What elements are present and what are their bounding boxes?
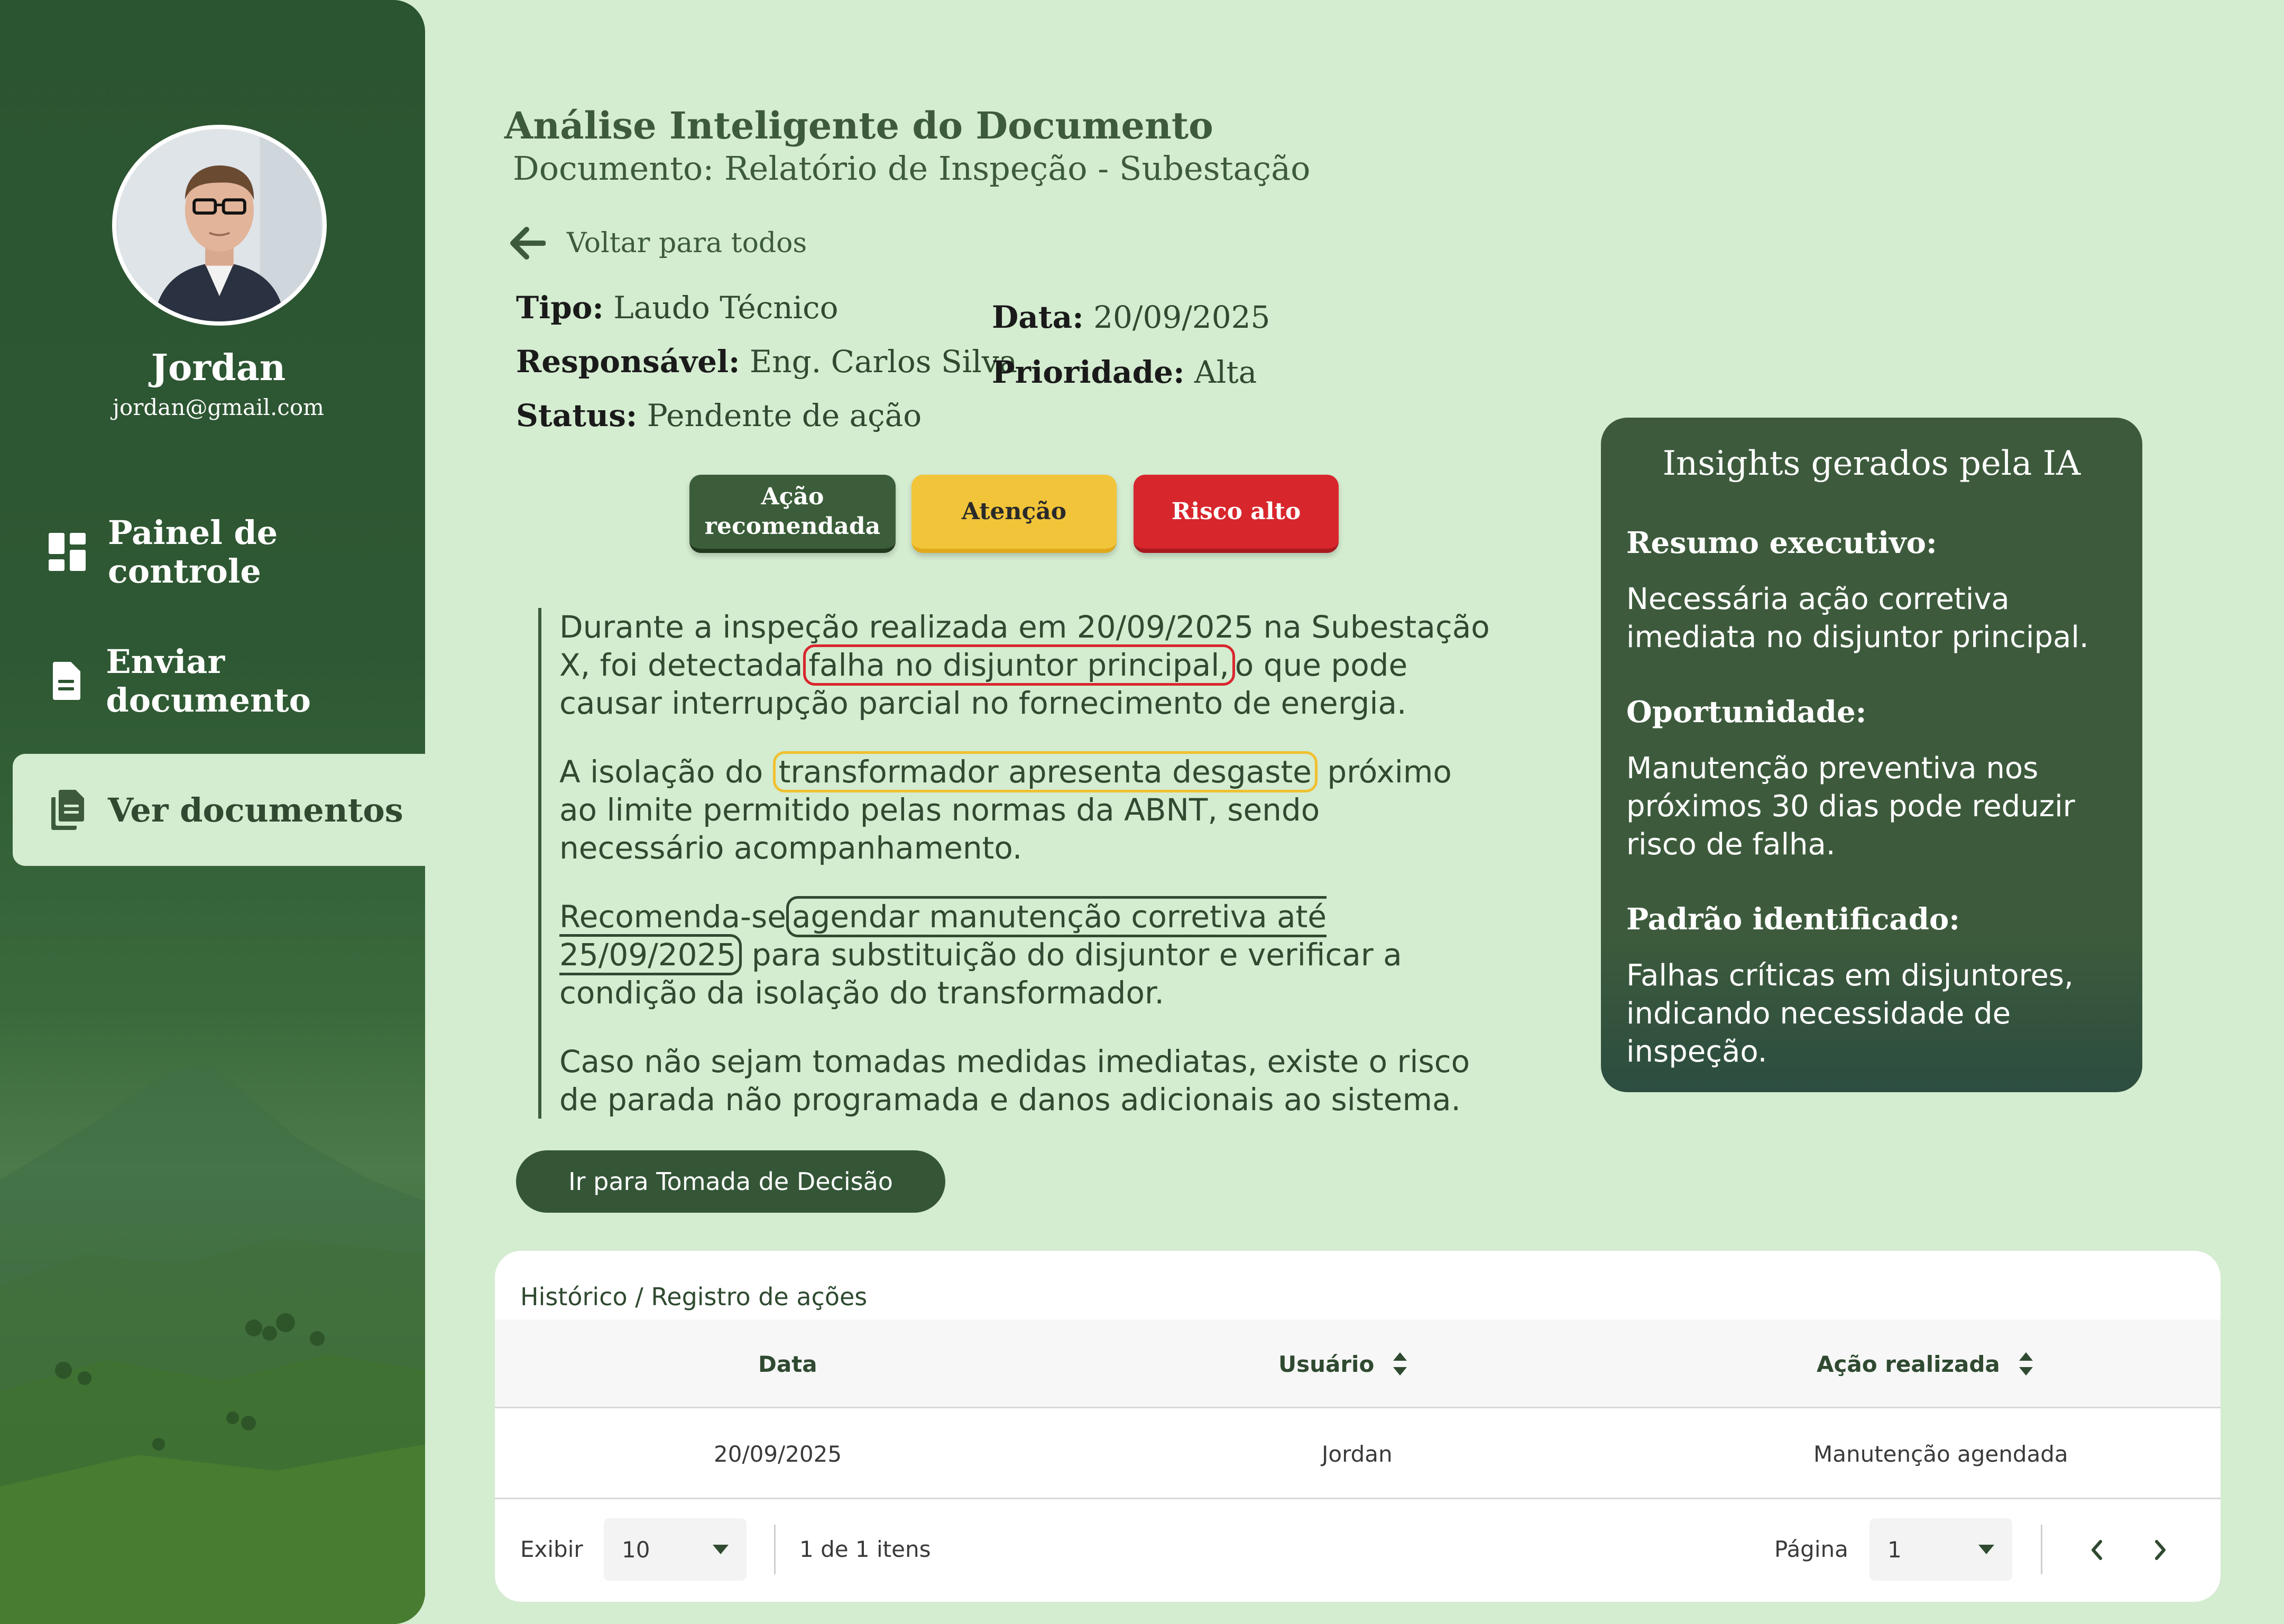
page-title: Análise Inteligente do Documento [504, 104, 1213, 147]
divider [2041, 1525, 2042, 1574]
nav-item-send-document[interactable]: Enviar documento [0, 625, 425, 737]
arrow-left-icon [510, 227, 546, 260]
document-paragraph: A isolação do transformador apresenta de… [559, 751, 1490, 867]
high-risk-badge[interactable]: Risco alto [1134, 475, 1339, 553]
document-icon [48, 661, 86, 701]
table-cell: Jordan [1322, 1441, 1393, 1467]
show-label: Exibir [520, 1536, 583, 1562]
meta-value: Alta [1194, 354, 1257, 390]
table-cell: 20/09/2025 [714, 1441, 842, 1467]
column-label: Data [758, 1351, 817, 1377]
back-link-label: Voltar para todos [567, 227, 807, 259]
document-paragraph: Recomenda-se agendar manutenção corretiva… [559, 896, 1490, 1012]
table-cell: Manutenção agendada [1813, 1441, 2068, 1467]
insight-text: Manutenção preventiva nos próximos 30 di… [1626, 751, 2075, 862]
caret-down-icon [713, 1545, 729, 1554]
meta-label: Tipo: [516, 290, 604, 326]
text-segment: Recomenda-se [559, 899, 786, 935]
history-title: Histórico / Registro de ações [520, 1282, 868, 1311]
documents-icon [48, 790, 88, 830]
back-link[interactable]: Voltar para todos [509, 226, 807, 260]
meta-prioridade: Prioridade: Alta [992, 354, 1257, 390]
meta-tipo: Tipo: Laudo Técnico [516, 290, 839, 326]
badge-label-line2: recomendada [704, 513, 881, 540]
column-header-user[interactable]: Usuário [1278, 1320, 1408, 1408]
decision-button[interactable]: Ir para Tomada de Decisão [516, 1150, 945, 1213]
divider [774, 1525, 776, 1574]
column-header-date[interactable]: Data [758, 1320, 817, 1408]
table-footer: Exibir 10 1 de 1 itens Página 1 [495, 1499, 2221, 1602]
page-select[interactable]: 1 [1869, 1518, 2012, 1581]
landscape-background [0, 1064, 425, 1624]
meta-label: Data: [992, 299, 1084, 335]
nav-item-label: Ver documentos [108, 790, 403, 829]
chevron-left-icon [2092, 1540, 2102, 1560]
insight-label: Oportunidade: [1626, 695, 1867, 730]
column-label: Ação realizada [1817, 1351, 2000, 1377]
meta-status: Status: Pendente de ação [516, 398, 922, 433]
document-paragraph: Caso não sejam tomadas medidas imediatas… [559, 1044, 1470, 1118]
meta-label: Status: [516, 398, 638, 433]
badge-label: Risco alto [1171, 498, 1301, 525]
chevron-right-icon [2155, 1540, 2166, 1560]
meta-value: Laudo Técnico [613, 290, 839, 326]
insight-text: Falhas críticas em disjuntores, indicand… [1626, 958, 2074, 1069]
page-label: Página [1774, 1536, 1848, 1562]
recommended-action-badge[interactable]: Ação recomendada [689, 475, 896, 553]
sort-icon [1393, 1352, 1407, 1376]
dashboard-icon [48, 532, 88, 572]
meta-label: Responsável: [516, 344, 740, 380]
user-email: jordan@gmail.com [113, 394, 324, 420]
insight-text: Necessária ação corretiva imediata no di… [1626, 582, 2089, 654]
page-size-select[interactable]: 10 [604, 1518, 747, 1581]
page-subtitle: Documento: Relatório de Inspeção - Subes… [513, 149, 1311, 188]
table-row[interactable]: 20/09/2025 Jordan Manutenção agendada [495, 1408, 2221, 1499]
meta-value: Eng. Carlos Silva [749, 344, 1018, 380]
select-value: 1 [1887, 1536, 1902, 1563]
attention-badge[interactable]: Atenção [911, 475, 1117, 553]
insight-label: Padrão identificado: [1626, 902, 1960, 937]
meta-value: Pendente de ação [647, 398, 922, 433]
avatar[interactable] [112, 125, 327, 326]
profile-photo [118, 129, 321, 321]
select-value: 10 [622, 1536, 650, 1563]
nav-item-dashboard[interactable]: Painel de controle [0, 496, 425, 608]
caret-down-icon [1978, 1545, 1994, 1554]
highlight-risk: falha no disjuntor principal, [803, 644, 1235, 686]
highlight-attention: transformador apresenta desgaste [772, 751, 1318, 792]
insight-label: Resumo executivo: [1626, 525, 1937, 560]
text-segment: A isolação do [559, 754, 763, 790]
meta-value: 20/09/2025 [1093, 299, 1270, 335]
user-name: Jordan [151, 347, 286, 389]
next-page-button[interactable] [2144, 1534, 2176, 1566]
document-paragraph: Durante a inspeção realizada em 20/09/20… [559, 608, 1490, 722]
badge-label-line1: Ação [761, 483, 824, 510]
previous-page-button[interactable] [2081, 1534, 2113, 1566]
item-count: 1 de 1 itens [799, 1536, 931, 1562]
column-header-action[interactable]: Ação realizada [1817, 1320, 2034, 1408]
nav-item-view-documents[interactable]: Ver documentos [13, 754, 425, 866]
ai-insights-card: Insights gerados pela IA Resumo executiv… [1601, 418, 2142, 1092]
table-header: Data Usuário Ação realizada [495, 1320, 2221, 1408]
insights-title: Insights gerados pela IA [1662, 444, 2081, 483]
meta-label: Prioridade: [992, 354, 1185, 390]
column-label: Usuário [1278, 1351, 1375, 1377]
history-table: Histórico / Registro de ações Data Usuár… [495, 1251, 2221, 1602]
document-text: Durante a inspeção realizada em 20/09/20… [538, 608, 1490, 1119]
meta-data: Data: 20/09/2025 [992, 299, 1270, 335]
badge-label: Atenção [961, 498, 1067, 525]
sidebar: Jordan jordan@gmail.com Painel de contro… [0, 0, 425, 1624]
nav-item-label: Painel de controle [108, 513, 278, 590]
nav-item-label: Enviar documento [106, 642, 311, 719]
meta-responsavel: Responsável: Eng. Carlos Silva [516, 344, 1017, 380]
sort-icon [2019, 1352, 2033, 1376]
